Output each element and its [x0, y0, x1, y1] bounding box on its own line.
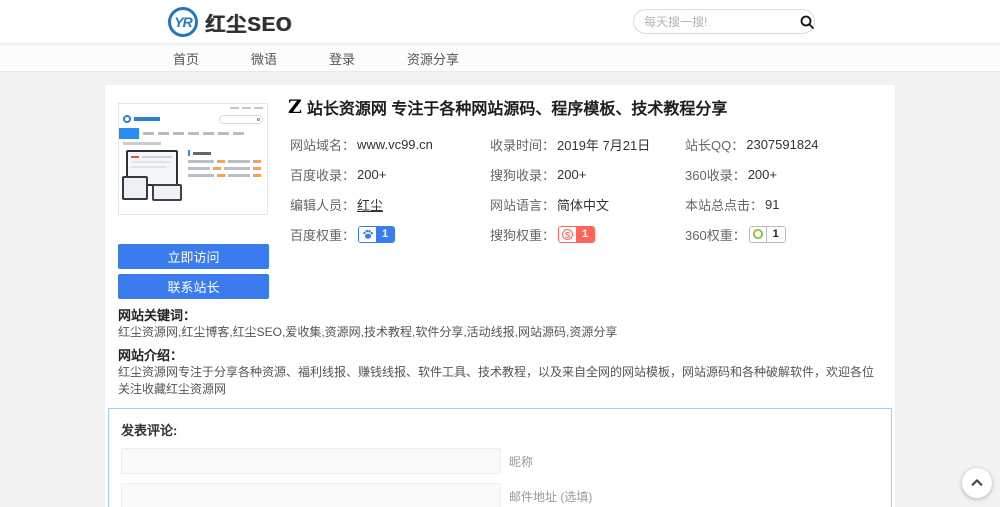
comment-form: 发表评论: 昵称 邮件地址 (选填) 个人主页 (选填) [108, 408, 892, 507]
nickname-row: 昵称 [121, 448, 879, 474]
keywords-text: 红尘资源网,红尘博客,红尘SEO,爱收集,资源网,技术教程,软件分享,活动线报,… [118, 323, 878, 340]
sogou-icon: S [559, 227, 576, 242]
info-domain: 网站域名： www.vc99.cn [290, 129, 490, 159]
site-title-text: 站长资源网 专注于各种网站源码、程序模板、技术教程分享 [307, 95, 727, 119]
nickname-label: 昵称 [509, 453, 533, 470]
comment-form-heading: 发表评论: [121, 420, 879, 439]
search-input[interactable] [644, 15, 799, 29]
keywords-heading: 网站关键词： [118, 305, 196, 324]
thumb-body [119, 148, 267, 202]
email-label: 邮件地址 (选填) [509, 488, 592, 505]
info-sogou-weight: 搜狗权重： S 1 [490, 219, 685, 249]
intro-heading: 网站介绍： [118, 345, 183, 364]
info-clicks: 本站总点击： 91 [685, 189, 890, 219]
baidu-paw-icon [359, 227, 376, 242]
header: YR 红尘SEO [0, 0, 1000, 44]
thumb-article-list [188, 150, 264, 202]
page: YR 红尘SEO 首页 微语 登录 资源分享 [0, 0, 1000, 507]
nav-item-home[interactable]: 首页 [173, 49, 199, 68]
info-360-index: 360收录： 200+ [685, 159, 890, 189]
info-date: 收录时间： 2019年 7月21日 [490, 129, 685, 159]
email-row: 邮件地址 (选填) [121, 483, 879, 507]
search-icon[interactable] [799, 14, 815, 30]
info-qq: 站长QQ： 2307591824 [685, 129, 890, 159]
nav-item-login[interactable]: 登录 [329, 49, 355, 68]
thumb-nav [119, 128, 267, 139]
editor-link[interactable]: 红尘 [357, 195, 383, 214]
info-editor: 编辑人员： 红尘 [290, 189, 490, 219]
sogou-weight-badge: S 1 [558, 226, 595, 243]
thumb-search-bar [219, 115, 263, 124]
site-detail-card: Z 站长资源网 专注于各种网站源码、程序模板、技术教程分享 网站域名： www.… [105, 85, 895, 507]
logo-text: 红尘SEO [205, 8, 292, 37]
360-weight-badge: 1 [749, 226, 786, 243]
main-nav: 首页 微语 登录 资源分享 [0, 45, 1000, 72]
visit-site-button[interactable]: 立即访问 [118, 244, 269, 269]
logo-monogram: YR [174, 14, 191, 30]
info-language: 网站语言： 简体中文 [490, 189, 685, 219]
site-favicon-z: Z [288, 98, 302, 117]
intro-text: 红尘资源网专注于分享各种资源、福利线报、赚钱线报、软件工具、技术教程，以及来自全… [118, 363, 878, 397]
info-sogou-index: 搜狗收录： 200+ [490, 159, 685, 189]
nav-item-weiyu[interactable]: 微语 [251, 49, 277, 68]
nickname-input[interactable] [121, 448, 501, 474]
chevron-up-icon [970, 476, 984, 490]
thumb-logo-bar [134, 117, 160, 121]
scroll-to-top-button[interactable] [962, 468, 992, 498]
email-input[interactable] [121, 483, 501, 507]
thumb-logo-row [119, 112, 267, 126]
360-icon [750, 227, 767, 242]
info-baidu-index: 百度收录： 200+ [290, 159, 490, 189]
site-screenshot-thumbnail[interactable] [118, 103, 268, 215]
info-baidu-weight: 百度权重： 1 [290, 219, 490, 249]
logo-circle-icon: YR [168, 7, 198, 37]
thumb-devices-image [122, 150, 184, 202]
contact-webmaster-button[interactable]: 联系站长 [118, 274, 269, 299]
thumb-topbar [119, 104, 267, 112]
site-info-grid: 网站域名： www.vc99.cn 收录时间： 2019年 7月21日 站长QQ… [290, 129, 890, 249]
site-logo[interactable]: YR 红尘SEO [168, 7, 292, 37]
thumb-logo-icon [123, 115, 131, 123]
nav-item-share[interactable]: 资源分享 [407, 49, 459, 68]
info-360-weight: 360权重： 1 [685, 219, 890, 249]
page-title: Z 站长资源网 专注于各种网站源码、程序模板、技术教程分享 [288, 95, 888, 119]
thumb-breadcrumb [123, 142, 161, 145]
search-box [633, 9, 815, 34]
baidu-weight-badge: 1 [358, 226, 395, 243]
